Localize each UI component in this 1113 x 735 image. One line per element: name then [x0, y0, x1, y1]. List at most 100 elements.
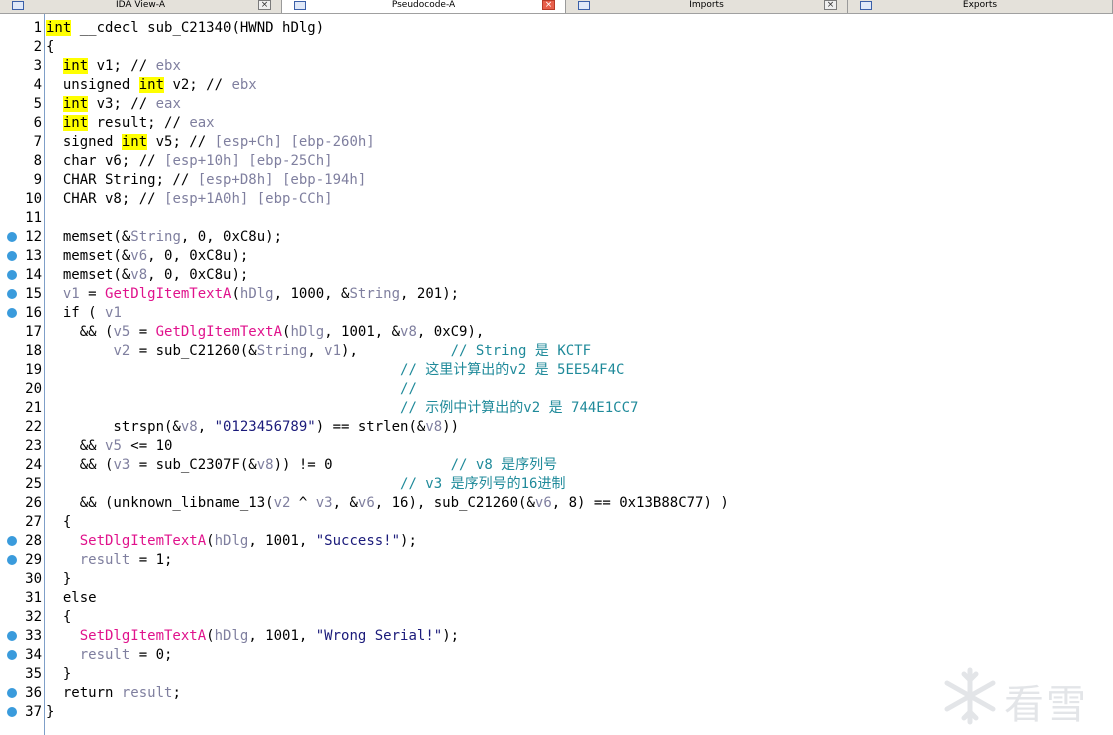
line-number: 26 [25, 495, 42, 511]
code-line[interactable]: 7 signed int v5; // [esp+Ch] [ebp-260h] [0, 133, 1113, 152]
variable-token: v3 [315, 495, 333, 511]
code-line[interactable]: 4 unsigned int v2; // ebx [0, 76, 1113, 95]
close-icon[interactable]: × [258, 0, 271, 10]
code-line[interactable]: 22 strspn(&v8, "0123456789") == strlen(&… [0, 418, 1113, 437]
code-line[interactable]: 34 result = 0; [0, 646, 1113, 665]
breakpoint-dot-icon[interactable] [7, 308, 17, 318]
code-line[interactable]: 3 int v1; // ebx [0, 57, 1113, 76]
code-token: { [46, 609, 72, 625]
variable-token: result [79, 552, 131, 568]
tab-exports[interactable]: Exports [848, 0, 1113, 13]
breakpoint-dot-icon[interactable] [7, 650, 17, 660]
code-token: } [46, 704, 55, 720]
code-token: ( [206, 533, 215, 549]
tab-pseudocode[interactable]: Pseudocode-A × [282, 0, 566, 13]
code-line[interactable]: 23 && v5 <= 10 [0, 437, 1113, 456]
code-text: && (v3 = sub_C2307F(&v8)) != 0 // v8 是序列… [46, 456, 557, 475]
code-line[interactable]: 24 && (v3 = sub_C2307F(&v8)) != 0 // v8 … [0, 456, 1113, 475]
code-token: && [46, 438, 106, 454]
code-line[interactable]: 2{ [0, 38, 1113, 57]
code-token: , 1001, [248, 628, 316, 644]
code-token: return [46, 685, 122, 701]
breakpoint-dot-icon[interactable] [7, 270, 17, 280]
breakpoint-dot-icon[interactable] [7, 289, 17, 299]
code-line[interactable]: 12 memset(&String, 0, 0xC8u); [0, 228, 1113, 247]
breakpoint-dot-icon[interactable] [7, 707, 17, 717]
close-icon[interactable]: × [542, 0, 555, 10]
line-number: 29 [25, 552, 42, 568]
code-line[interactable]: 1 int __cdecl sub_C21340(HWND hDlg) [0, 19, 1113, 38]
tab-imports[interactable]: Imports × [566, 0, 848, 13]
line-number: 22 [25, 419, 42, 435]
code-line[interactable]: 28 SetDlgItemTextA(hDlg, 1001, "Success!… [0, 532, 1113, 551]
function-token: GetDlgItemTextA [105, 286, 232, 302]
line-number: 36 [25, 685, 42, 701]
keyword-token: int [138, 77, 165, 93]
code-text: result = 1; [46, 551, 173, 570]
breakpoint-dot-icon[interactable] [7, 232, 17, 242]
keyword-token: int [62, 58, 89, 74]
breakpoint-dot-icon[interactable] [7, 251, 17, 261]
comment-token: // 示例中计算出的v2 是 744E1CC7 [400, 400, 639, 416]
breakpoint-dot-icon[interactable] [7, 631, 17, 641]
code-line[interactable]: 11 [0, 209, 1113, 228]
code-line[interactable]: 26 && (unknown_libname_13(v2 ^ v3, &v6, … [0, 494, 1113, 513]
tab-label: Exports [962, 0, 998, 10]
code-text: } [46, 570, 71, 589]
code-line[interactable]: 27 { [0, 513, 1113, 532]
variable-token: v1 [62, 286, 80, 302]
code-line[interactable]: 15 v1 = GetDlgItemTextA(hDlg, 1000, &Str… [0, 285, 1113, 304]
variable-token: v2 [273, 495, 291, 511]
line-number: 7 [33, 134, 42, 150]
code-line[interactable]: 32 { [0, 608, 1113, 627]
code-text: int v1; // ebx [46, 57, 181, 76]
code-line[interactable]: 31 else [0, 589, 1113, 608]
tab-ida-view[interactable]: IDA View-A × [0, 0, 282, 13]
code-text: char v6; // [esp+10h] [ebp-25Ch] [46, 152, 333, 171]
code-line[interactable]: 25 // v3 是序列号的16进制 [0, 475, 1113, 494]
breakpoint-dot-icon[interactable] [7, 555, 17, 565]
variable-token: eax [189, 115, 215, 131]
code-token: , 16), sub_C21260(& [374, 495, 535, 511]
breakpoint-dot-icon[interactable] [7, 536, 17, 546]
tab-bar: IDA View-A × Pseudocode-A × Imports × Ex… [0, 0, 1113, 14]
code-line[interactable]: 33 SetDlgItemTextA(hDlg, 1001, "Wrong Se… [0, 627, 1113, 646]
code-line[interactable]: 17 && (v5 = GetDlgItemTextA(hDlg, 1001, … [0, 323, 1113, 342]
code-line[interactable]: 5 int v3; // eax [0, 95, 1113, 114]
code-token: ^ [290, 495, 316, 511]
code-line[interactable]: 13 memset(&v6, 0, 0xC8u); [0, 247, 1113, 266]
pseudocode-editor[interactable]: 1 int __cdecl sub_C21340(HWND hDlg) 2{3 in… [0, 14, 1113, 735]
close-icon[interactable]: × [824, 0, 837, 10]
keyword-token: int [62, 115, 89, 131]
code-line[interactable]: 20 // [0, 380, 1113, 399]
variable-token: v3 [113, 457, 131, 473]
code-line[interactable]: 19 // 这里计算出的v2 是 5EE54F4C [0, 361, 1113, 380]
code-text: && v5 <= 10 [46, 437, 173, 456]
code-token: memset(& [46, 248, 131, 264]
code-line[interactable]: 6 int result; // eax [0, 114, 1113, 133]
variable-token: v6 [534, 495, 552, 511]
line-number: 37 [25, 704, 42, 720]
code-line[interactable]: 21 // 示例中计算出的v2 是 744E1CC7 [0, 399, 1113, 418]
code-line[interactable]: 30 } [0, 570, 1113, 589]
code-line[interactable]: 18 v2 = sub_C21260(&String, v1), // Stri… [0, 342, 1113, 361]
code-line[interactable]: 8 char v6; // [esp+10h] [ebp-25Ch] [0, 152, 1113, 171]
code-line[interactable]: 14 memset(&v8, 0, 0xC8u); [0, 266, 1113, 285]
breakpoint-dot-icon[interactable] [7, 688, 17, 698]
code-text: { [46, 608, 71, 627]
code-line[interactable]: 29 result = 1; [0, 551, 1113, 570]
code-token: v2; // [164, 77, 232, 93]
code-line[interactable]: 9 CHAR String; // [esp+D8h] [ebp-194h] [0, 171, 1113, 190]
variable-token: hDlg [239, 286, 274, 302]
code-token: && ( [46, 324, 114, 340]
code-text: memset(&String, 0, 0xC8u); [46, 228, 282, 247]
code-line[interactable]: 10 CHAR v8; // [esp+1A0h] [ebp-CCh] [0, 190, 1113, 209]
variable-token: v1 [324, 343, 342, 359]
string-token: "Wrong Serial!" [315, 628, 443, 644]
code-line[interactable]: 16 if ( v1 [0, 304, 1113, 323]
code-text: { [46, 513, 71, 532]
code-token: CHAR String; // [46, 172, 198, 188]
